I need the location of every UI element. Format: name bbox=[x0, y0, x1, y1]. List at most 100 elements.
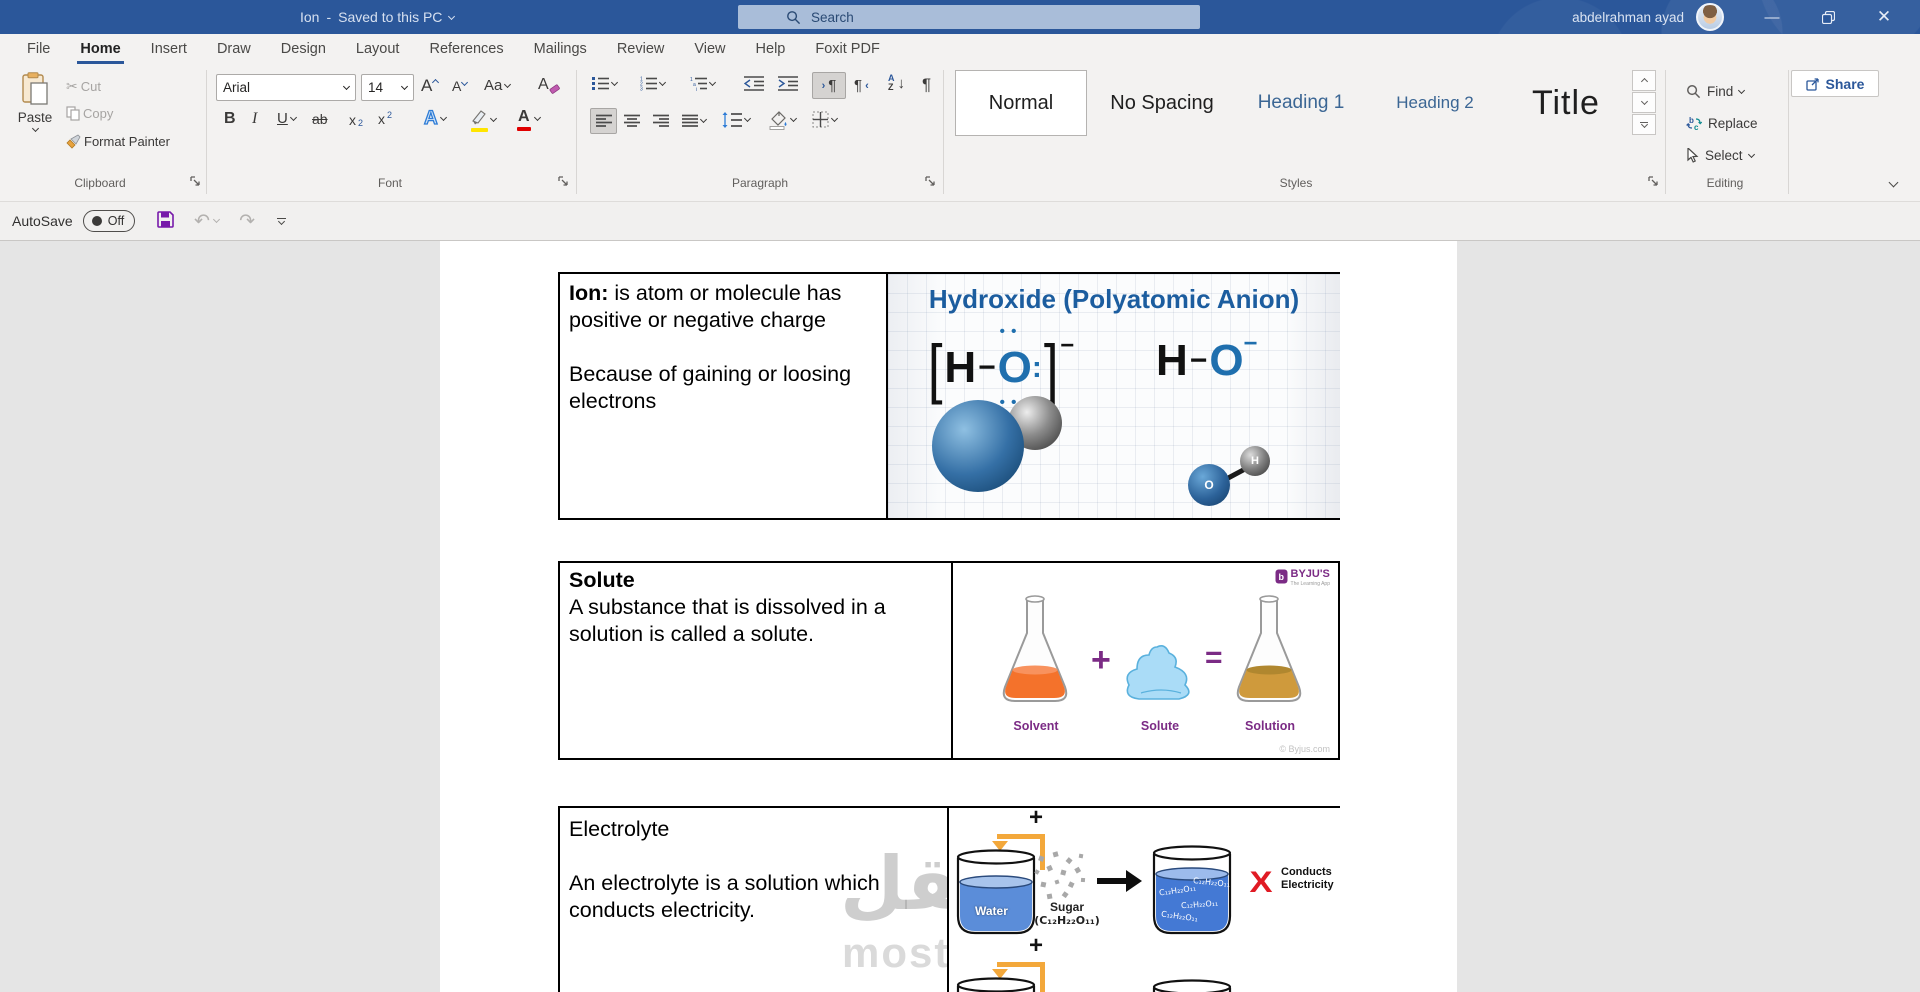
document-canvas[interactable]: مستقل mostaql.com Ion: is atom or molecu… bbox=[0, 241, 1920, 992]
styles-dialog-launcher[interactable] bbox=[1648, 176, 1661, 189]
document-title[interactable]: Ion - Saved to this PC bbox=[300, 0, 456, 34]
align-right-button[interactable] bbox=[653, 114, 669, 128]
style-heading-1[interactable]: Heading 1 bbox=[1237, 70, 1365, 136]
align-left-button[interactable] bbox=[590, 108, 617, 134]
undo-chevron-icon[interactable] bbox=[213, 215, 221, 224]
close-button[interactable]: ✕ bbox=[1862, 0, 1906, 34]
share-button[interactable]: Share bbox=[1791, 70, 1879, 97]
italic-button[interactable]: I bbox=[252, 110, 257, 128]
electrolyte-image[interactable]: + Water Sugar (C₁₂H₂₂O₁₁) C₁₂H₂₂O₁₁ C₁₂H… bbox=[949, 804, 1340, 992]
tab-insert[interactable]: Insert bbox=[138, 34, 200, 64]
tab-review[interactable]: Review bbox=[604, 34, 678, 64]
borders-button[interactable] bbox=[812, 111, 839, 128]
shading-button[interactable] bbox=[768, 110, 798, 130]
save-icon bbox=[157, 211, 174, 228]
style-heading-2[interactable]: Heading 2 bbox=[1372, 70, 1498, 136]
text-effects-button[interactable]: A bbox=[423, 107, 447, 130]
select-button[interactable]: Select bbox=[1686, 148, 1755, 163]
tab-references[interactable]: References bbox=[416, 34, 516, 64]
table-electrolyte[interactable]: Electrolyte An electrolyte is a solution… bbox=[558, 804, 1340, 992]
paste-button[interactable]: Paste bbox=[10, 72, 60, 133]
align-center-button[interactable] bbox=[624, 114, 640, 128]
restore-button[interactable] bbox=[1806, 0, 1850, 34]
tab-draw[interactable]: Draw bbox=[204, 34, 264, 64]
qat-customize-button[interactable] bbox=[277, 217, 287, 226]
show-paragraph-marks-button[interactable]: ¶ bbox=[922, 75, 931, 95]
autosave-toggle[interactable]: Off bbox=[82, 210, 136, 232]
clipboard-dialog-launcher[interactable] bbox=[190, 176, 203, 189]
tab-home[interactable]: Home bbox=[67, 34, 133, 64]
svg-text:3: 3 bbox=[640, 87, 643, 92]
styles-scroll-down[interactable] bbox=[1632, 92, 1656, 113]
align-center-icon bbox=[624, 114, 640, 127]
ion-definition-cell[interactable]: Ion: is atom or molecule has positive or… bbox=[569, 280, 881, 415]
copy-label: Copy bbox=[83, 106, 114, 121]
styles-scroll-up[interactable] bbox=[1632, 70, 1656, 91]
style-normal[interactable]: Normal bbox=[955, 70, 1087, 136]
format-painter-button[interactable]: Format Painter bbox=[66, 134, 170, 149]
styles-gallery-expand[interactable] bbox=[1632, 114, 1656, 135]
ltr-direction-button[interactable]: › ¶ bbox=[812, 72, 846, 99]
change-case-button[interactable]: Aa bbox=[484, 77, 512, 94]
grow-font-button[interactable]: A bbox=[421, 76, 440, 96]
bullets-button[interactable] bbox=[592, 76, 619, 91]
numbering-button[interactable]: 1 2 3 bbox=[640, 76, 667, 92]
font-size-select[interactable]: 14 bbox=[361, 74, 414, 101]
sort-button[interactable]: AZ ↓ bbox=[888, 74, 905, 92]
svg-text:i: i bbox=[696, 87, 697, 91]
save-button[interactable] bbox=[157, 211, 174, 231]
minimize-button[interactable]: — bbox=[1750, 0, 1794, 34]
clear-formatting-button[interactable]: A bbox=[538, 76, 560, 94]
strikethrough-button[interactable]: ab bbox=[312, 111, 328, 127]
decrease-indent-button[interactable] bbox=[744, 76, 764, 91]
table-ion[interactable]: Ion: is atom or molecule has positive or… bbox=[558, 272, 1340, 520]
undo-button[interactable]: ↶ bbox=[194, 210, 210, 233]
style-no-spacing-label: No Spacing bbox=[1110, 91, 1214, 114]
underline-glyph: U bbox=[277, 110, 288, 127]
justify-button[interactable] bbox=[682, 114, 708, 128]
multilevel-list-button[interactable]: 1 a i bbox=[690, 76, 717, 91]
tab-layout[interactable]: Layout bbox=[343, 34, 413, 64]
plus-electrode-1: + bbox=[1029, 804, 1044, 831]
tab-mailings[interactable]: Mailings bbox=[521, 34, 600, 64]
bold-button[interactable]: B bbox=[224, 110, 236, 128]
font-color-chevron-icon bbox=[533, 113, 541, 122]
search-box[interactable]: Search bbox=[738, 5, 1200, 29]
redo-button[interactable]: ↷ bbox=[239, 210, 255, 233]
rtl-direction-button[interactable]: ¶ ‹ bbox=[854, 77, 869, 94]
collapse-ribbon-chevron-icon[interactable] bbox=[1888, 177, 1899, 188]
cut-button[interactable]: ✂ Cut bbox=[66, 78, 101, 95]
paragraph-dialog-launcher[interactable] bbox=[925, 176, 938, 189]
underline-button[interactable]: U bbox=[277, 110, 297, 127]
font-color-button[interactable]: A bbox=[516, 108, 541, 131]
copy-button[interactable]: Copy bbox=[66, 106, 113, 121]
decrease-indent-icon bbox=[744, 76, 764, 91]
tab-view[interactable]: View bbox=[681, 34, 738, 64]
electrolyte-definition-cell[interactable]: Electrolyte An electrolyte is a solution… bbox=[569, 816, 937, 924]
increase-indent-button[interactable] bbox=[778, 76, 798, 91]
superscript-button[interactable]: x2 bbox=[378, 110, 392, 127]
user-name[interactable]: abdelrahman ayad bbox=[1572, 10, 1684, 25]
font-size-value: 14 bbox=[368, 80, 384, 95]
avatar[interactable] bbox=[1696, 3, 1724, 31]
table-solute[interactable]: Solute A substance that is dissolved in … bbox=[558, 561, 1340, 760]
tab-design[interactable]: Design bbox=[268, 34, 339, 64]
highlight-button[interactable] bbox=[470, 108, 498, 132]
style-title[interactable]: Title bbox=[1505, 70, 1627, 136]
tab-file[interactable]: File bbox=[14, 34, 63, 64]
style-no-spacing[interactable]: No Spacing bbox=[1094, 70, 1230, 136]
shading-chevron-icon bbox=[789, 114, 798, 123]
shrink-font-button[interactable]: A bbox=[452, 78, 469, 94]
font-family-select[interactable]: Arial bbox=[216, 74, 356, 101]
tab-help[interactable]: Help bbox=[743, 34, 799, 64]
subscript-button[interactable]: x2 bbox=[349, 111, 363, 129]
find-button[interactable]: Find bbox=[1686, 84, 1746, 99]
document-page[interactable]: مستقل mostaql.com Ion: is atom or molecu… bbox=[440, 241, 1457, 992]
replace-button[interactable]: b c Replace bbox=[1686, 116, 1758, 131]
solute-definition-cell[interactable]: Solute A substance that is dissolved in … bbox=[569, 567, 941, 648]
line-spacing-button[interactable] bbox=[722, 112, 752, 128]
hydroxide-image[interactable]: Hydroxide (Polyatomic Anion) [ H − O : ]… bbox=[888, 274, 1340, 518]
font-dialog-launcher[interactable] bbox=[558, 176, 571, 189]
tab-foxit-pdf[interactable]: Foxit PDF bbox=[802, 34, 892, 64]
solute-image[interactable]: b BYJU'S The Learning App + = Solvent So… bbox=[953, 563, 1338, 758]
